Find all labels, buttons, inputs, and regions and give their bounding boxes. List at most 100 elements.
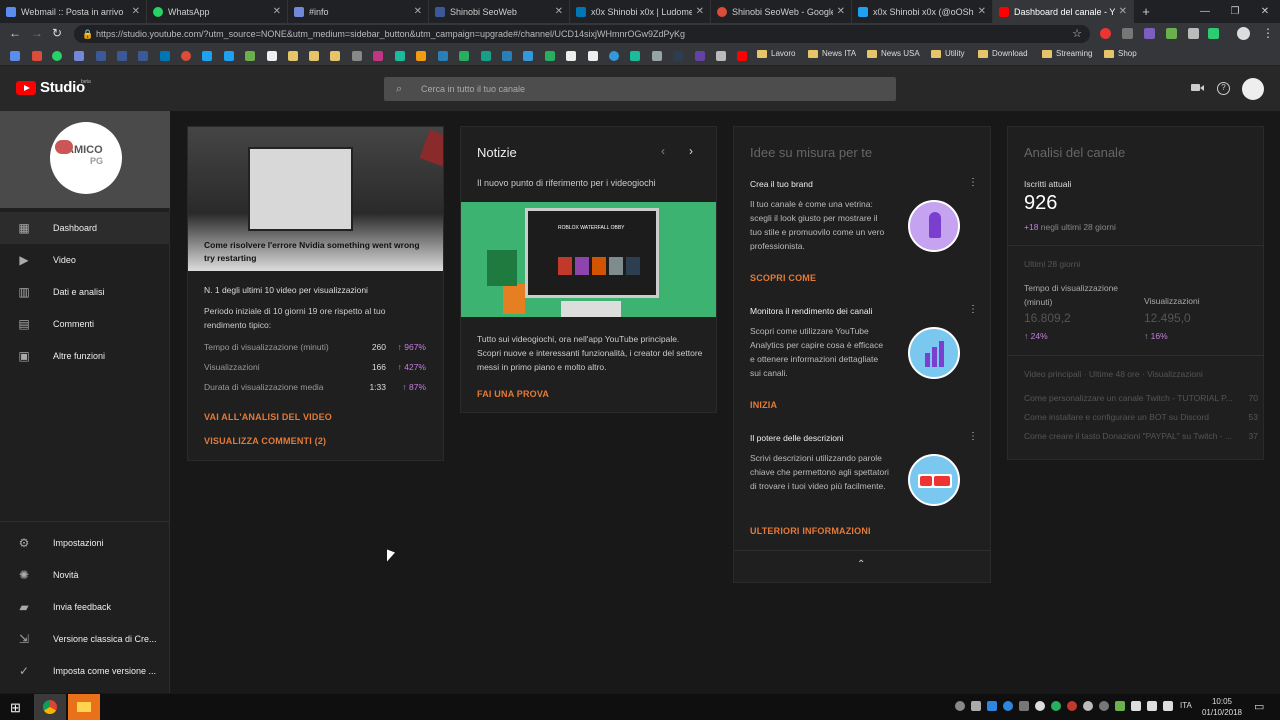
bookmark-icon[interactable] (416, 51, 426, 61)
bookmark-icon[interactable] (716, 51, 726, 61)
extension-icon[interactable] (1188, 28, 1199, 39)
profile-icon[interactable] (1237, 27, 1250, 40)
clock[interactable]: 10:05 01/10/2018 (1200, 696, 1244, 718)
windows-start-icon[interactable]: ⊞ (10, 700, 21, 716)
bookmark-icon[interactable] (309, 51, 319, 61)
bookmark-icon[interactable] (181, 51, 191, 61)
url-input[interactable]: 🔒 https://studio.youtube.com/?utm_source… (74, 25, 1090, 43)
sidebar-item-set-default[interactable]: ✓ Imposta come versione ... (0, 655, 170, 687)
channel-avatar[interactable]: AMICO PG (50, 122, 122, 194)
bookmark-icon[interactable] (673, 51, 683, 61)
chevron-right-icon[interactable]: › (689, 144, 693, 158)
browser-tab[interactable]: x0x Shinobi x0x (@oOShino✕ (852, 0, 993, 23)
bookmark-folder-download[interactable]: Download (978, 49, 1028, 58)
chevron-left-icon[interactable]: ‹ (661, 144, 665, 158)
bluetooth-icon[interactable] (1003, 701, 1013, 711)
bookmark-icon[interactable] (459, 51, 469, 61)
bookmark-icon[interactable] (630, 51, 640, 61)
tray-icon[interactable] (1067, 701, 1077, 711)
browser-tab[interactable]: Shinobi SeoWeb ✕ (429, 0, 570, 23)
bookmark-icon[interactable] (502, 51, 512, 61)
create-video-icon[interactable] (1191, 84, 1200, 91)
tray-icon[interactable] (1115, 701, 1125, 711)
bookmark-icon[interactable] (481, 51, 491, 61)
tray-icon[interactable] (1083, 701, 1093, 711)
top-video-row[interactable]: Come installare e configurare un BOT su … (1024, 410, 1258, 424)
forward-icon[interactable]: → (31, 26, 43, 40)
bookmark-folder-streaming[interactable]: Streaming (1042, 49, 1092, 58)
close-tab-icon[interactable]: ✕ (273, 6, 281, 17)
sidebar-item-more-features[interactable]: ▣ Altre funzioni (0, 340, 170, 372)
start-button[interactable]: INIZIA (750, 400, 777, 410)
new-tab-button[interactable]: + (1134, 0, 1158, 23)
tray-icon[interactable] (955, 701, 965, 711)
account-avatar[interactable] (1242, 78, 1264, 100)
bookmark-icon[interactable] (395, 51, 405, 61)
close-tab-icon[interactable]: ✕ (414, 6, 422, 17)
tray-icon[interactable] (987, 701, 997, 711)
bookmark-icon[interactable] (117, 51, 127, 61)
extension-icon[interactable] (1144, 28, 1155, 39)
extension-icon[interactable] (1208, 28, 1219, 39)
sidebar-item-classic[interactable]: ⇲ Versione classica di Cre... (0, 623, 170, 655)
bookmark-folder-shop[interactable]: Shop (1104, 49, 1137, 58)
bookmark-icon[interactable] (224, 51, 234, 61)
close-tab-icon[interactable]: ✕ (555, 6, 563, 17)
battery-icon[interactable] (1131, 701, 1141, 711)
explorer-taskbar-button[interactable] (68, 694, 100, 720)
studio-logo-text[interactable]: Studio (40, 79, 85, 96)
chevron-up-icon[interactable]: ⌃ (857, 559, 865, 570)
more-options-icon[interactable]: ⋮ (968, 304, 978, 315)
minimize-icon[interactable]: — (1190, 0, 1220, 23)
menu-icon[interactable]: ⋮ (1262, 26, 1274, 40)
extension-icon[interactable] (1122, 28, 1133, 39)
bookmark-icon[interactable] (438, 51, 448, 61)
bookmark-folder-news-ita[interactable]: News ITA (808, 49, 856, 58)
bookmark-icon[interactable] (202, 51, 212, 61)
back-icon[interactable]: ← (9, 26, 21, 40)
try-it-button[interactable]: FAI UNA PROVA (477, 389, 549, 399)
bookmark-icon[interactable] (160, 51, 170, 61)
browser-tab[interactable]: Shinobi SeoWeb - Google+ ✕ (711, 0, 852, 23)
top-video-row[interactable]: Come creare il tasto Donazioni "PAYPAL" … (1024, 429, 1258, 443)
chrome-taskbar-button[interactable] (34, 694, 66, 720)
bookmark-icon[interactable] (545, 51, 555, 61)
sidebar-item-analytics[interactable]: ▥ Dati e analisi (0, 276, 170, 308)
video-analytics-link[interactable]: VAI ALL'ANALISI DEL VIDEO (204, 412, 332, 422)
sidebar-item-feedback[interactable]: ▰ Invia feedback (0, 591, 170, 623)
volume-icon[interactable] (1163, 701, 1173, 711)
sidebar-item-video[interactable]: ▶ Video (0, 244, 170, 276)
extension-icon[interactable] (1100, 28, 1111, 39)
video-title[interactable]: Come risolvere l'errore Nvidia something… (204, 239, 429, 265)
network-icon[interactable] (1147, 701, 1157, 711)
bookmark-icon[interactable] (10, 51, 20, 61)
browser-tab[interactable]: Webmail :: Posta in arrivo ✕ (0, 0, 147, 23)
bookmark-icon[interactable] (609, 51, 619, 61)
bookmark-icon[interactable] (566, 51, 576, 61)
bookmark-icon[interactable] (695, 51, 705, 61)
close-tab-icon[interactable]: ✕ (132, 6, 140, 17)
bookmark-icon[interactable] (138, 51, 148, 61)
bookmark-icon[interactable] (245, 51, 255, 61)
notifications-icon[interactable]: ▭ (1254, 700, 1264, 713)
bookmark-icon[interactable] (330, 51, 340, 61)
help-icon[interactable]: ? (1217, 82, 1230, 95)
bookmark-icon[interactable] (588, 51, 598, 61)
bookmark-icon[interactable] (373, 51, 383, 61)
youtube-logo-icon[interactable] (16, 81, 36, 95)
close-tab-icon[interactable]: ✕ (696, 6, 704, 17)
view-comments-link[interactable]: VISUALIZZA COMMENTI (2) (204, 436, 326, 446)
sidebar-item-news[interactable]: ✺ Novità (0, 559, 170, 591)
bookmark-icon[interactable] (352, 51, 362, 61)
cloud-icon[interactable] (1035, 701, 1045, 711)
extension-icon[interactable] (1166, 28, 1177, 39)
tray-icon[interactable] (971, 701, 981, 711)
browser-tab[interactable]: #info ✕ (288, 0, 429, 23)
bookmark-icon[interactable] (96, 51, 106, 61)
video-thumbnail[interactable]: Come risolvere l'errore Nvidia something… (188, 127, 443, 271)
close-tab-icon[interactable]: ✕ (837, 6, 845, 17)
bookmark-icon[interactable] (652, 51, 662, 61)
bookmark-icon[interactable] (52, 51, 62, 61)
sidebar-item-comments[interactable]: ▤ Commenti (0, 308, 170, 340)
bookmark-folder-utility[interactable]: Utility (931, 49, 965, 58)
